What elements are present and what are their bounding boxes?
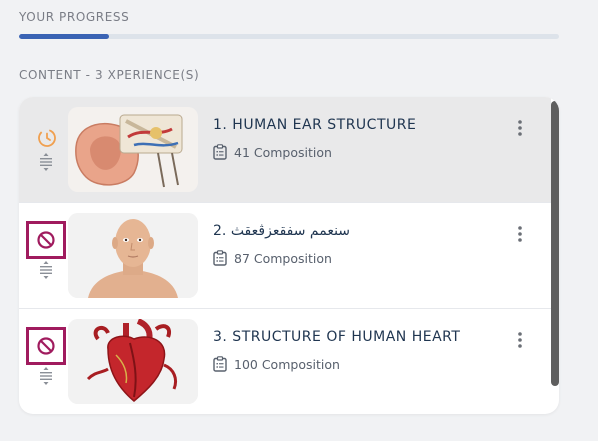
human-heart-thumbnail[interactable] <box>68 319 198 404</box>
blocked-icon <box>37 337 55 355</box>
item-composition: 41 Composition <box>213 143 332 161</box>
composition-count: 87 Composition <box>234 250 332 266</box>
item-title[interactable]: 1. HUMAN EAR STRUCTURE <box>213 117 416 133</box>
progress-bar-fill <box>19 34 110 39</box>
clipboard-icon <box>213 144 227 160</box>
progress-heading: YOUR PROGRESS <box>19 10 130 24</box>
human-ear-thumbnail[interactable] <box>68 107 198 192</box>
blocked-icon <box>37 231 55 249</box>
list-item[interactable]: 1. HUMAN EAR STRUCTURE 41 Composition <box>19 97 551 203</box>
item-title[interactable]: 2. سنعمم سفقعزڨعقث <box>213 223 350 239</box>
course-progress-page: YOUR PROGRESS CONTENT - 3 XPERIENCE(S) 1… <box>0 0 598 441</box>
progress-bar <box>19 34 559 39</box>
blocked-status <box>26 221 66 259</box>
item-composition: 100 Composition <box>213 355 340 373</box>
item-title[interactable]: 3. STRUCTURE OF HUMAN HEART <box>213 329 460 345</box>
content-heading: CONTENT - 3 XPERIENCE(S) <box>19 68 200 82</box>
item-composition: 87 Composition <box>213 249 332 267</box>
clock-icon <box>38 129 56 147</box>
drag-handle-icon[interactable] <box>39 153 53 171</box>
more-options-icon[interactable] <box>514 331 526 349</box>
content-list: 1. HUMAN EAR STRUCTURE 41 Composition 2.… <box>19 97 559 414</box>
list-item[interactable]: 2. سنعمم سفقعزڨعقث 87 Composition <box>19 203 551 309</box>
clipboard-icon <box>213 250 227 266</box>
more-options-icon[interactable] <box>514 225 526 243</box>
list-item[interactable]: 3. STRUCTURE OF HUMAN HEART 100 Composit… <box>19 309 551 414</box>
drag-handle-icon[interactable] <box>39 261 53 279</box>
composition-count: 100 Composition <box>234 356 340 372</box>
clipboard-icon <box>213 356 227 372</box>
blocked-status <box>26 327 66 365</box>
human-head-thumbnail[interactable] <box>68 213 198 298</box>
scrollbar[interactable] <box>551 101 559 386</box>
composition-count: 41 Composition <box>234 144 332 160</box>
more-options-icon[interactable] <box>514 119 526 137</box>
drag-handle-icon[interactable] <box>39 367 53 385</box>
